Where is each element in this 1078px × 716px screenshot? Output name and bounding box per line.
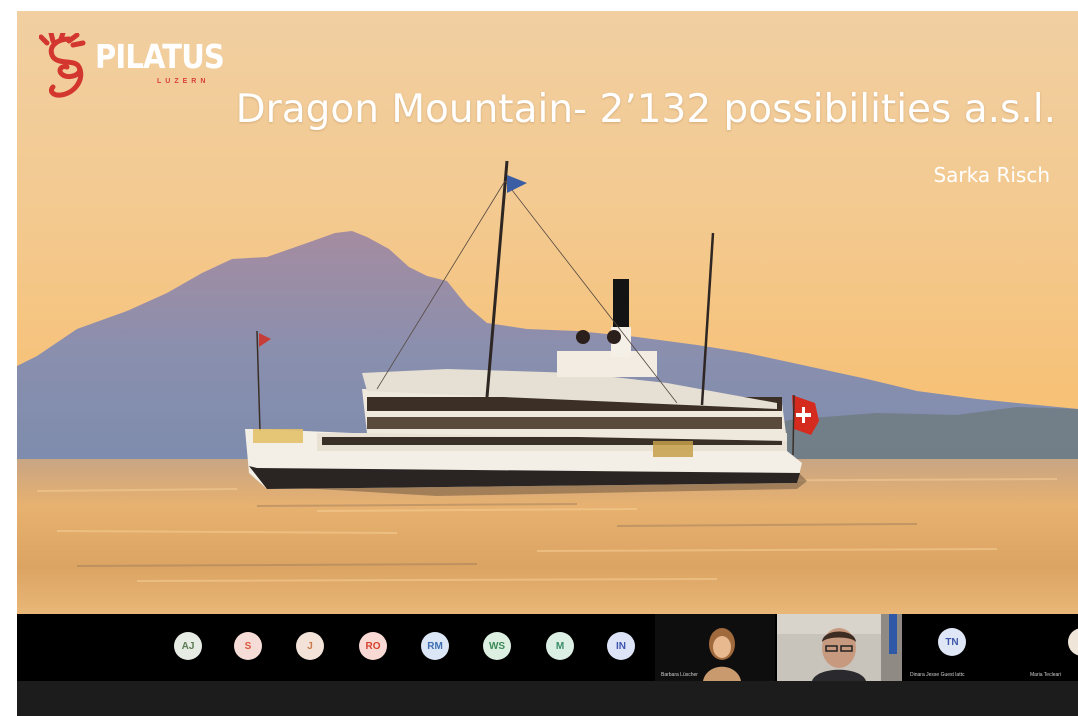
participant-avatar[interactable]: AJ <box>174 632 202 660</box>
participants-strip: AJ S J RO RM WS M IN Barbara Lüscher TN … <box>17 614 1078 681</box>
participant-avatar <box>1068 628 1078 656</box>
participant-initials: RM <box>427 640 443 652</box>
participant-name: Dinara Jesse Guest lattc <box>910 672 965 678</box>
participant-avatar[interactable]: RO <box>359 632 387 660</box>
participant-name: Barbara Lüscher <box>661 672 698 678</box>
participant-avatar[interactable]: RM <box>421 632 449 660</box>
participant-name: Maria Tecleari <box>1030 672 1062 678</box>
participant-initials: AJ <box>181 640 195 652</box>
meeting-window: PILATUS LUZERN Dragon Mountain- 2’132 po… <box>17 11 1078 716</box>
participant-avatar: TN <box>938 628 966 656</box>
participant-avatar[interactable]: WS <box>483 632 511 660</box>
logo-subtext: LUZERN <box>157 78 210 85</box>
dragon-logo-icon <box>39 33 86 98</box>
participant-video <box>777 614 902 681</box>
participant-initials: M <box>555 640 565 652</box>
participant-avatar[interactable]: S <box>234 632 262 660</box>
participant-initials: IN <box>616 640 626 652</box>
meeting-toolbar <box>17 681 1078 716</box>
participant-avatar[interactable]: M <box>546 632 574 660</box>
participant-video-tile[interactable] <box>777 614 902 681</box>
participant-initials: WS <box>488 640 506 652</box>
participant-tile[interactable]: TN Dinara Jesse Guest lattc <box>904 614 1004 681</box>
participant-video <box>655 614 775 681</box>
participant-video-tile[interactable]: Barbara Lüscher <box>655 614 775 681</box>
slide-author: Sarka Risch <box>933 163 1050 187</box>
participant-initials: S <box>244 640 252 652</box>
participant-avatar[interactable]: J <box>296 632 324 660</box>
slide-title: Dragon Mountain- 2’132 possibilities a.s… <box>235 87 1056 132</box>
shared-slide: PILATUS LUZERN Dragon Mountain- 2’132 po… <box>17 11 1078 614</box>
participant-tile[interactable]: Maria Tecleari <box>1024 614 1078 681</box>
participant-avatar[interactable]: IN <box>607 632 635 660</box>
participant-initials: J <box>307 640 313 652</box>
participant-initials: RO <box>365 640 381 652</box>
pilatus-logo: PILATUS LUZERN <box>39 33 229 113</box>
logo-wordmark: PILATUS <box>95 37 225 76</box>
participant-initials: TN <box>945 636 959 648</box>
